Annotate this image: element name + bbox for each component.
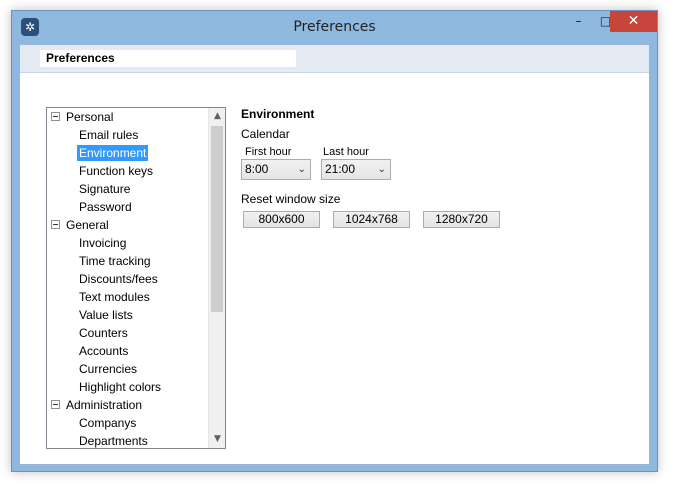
preferences-window: ✲ Preferences – □ ✕ Preferences Personal… <box>11 10 658 472</box>
tree-item-label: Environment <box>77 145 149 161</box>
tree-item-function-keys[interactable]: Function keys <box>77 162 155 180</box>
first-hour-select[interactable]: 8:00 ⌄ <box>241 159 311 180</box>
calendar-label: Calendar <box>241 127 290 141</box>
reset-window-size-label: Reset window size <box>241 192 341 206</box>
tree-item-highlight-colors[interactable]: Highlight colors <box>77 378 163 396</box>
tree-item-label: Companys <box>79 416 137 430</box>
chevron-down-icon: ⌄ <box>297 164 306 175</box>
tree-item-label: Administration <box>66 398 143 412</box>
header-band: Preferences <box>20 45 649 73</box>
section-title: Environment <box>241 107 315 121</box>
tree-item-companys[interactable]: Companys <box>77 414 138 432</box>
minimize-button[interactable]: – <box>565 11 592 32</box>
tree-scrollbar[interactable]: ▲ ▼ <box>208 108 225 448</box>
client-area: Preferences Personal Email rules Environme… <box>19 44 650 465</box>
collapse-icon[interactable] <box>51 112 60 122</box>
first-hour-value: 8:00 <box>245 162 269 176</box>
chevron-down-icon: ⌄ <box>377 164 386 175</box>
tree-item-label: Highlight colors <box>79 380 162 394</box>
tree-group-general[interactable]: General <box>51 216 109 234</box>
tree-item-label: Text modules <box>79 290 150 304</box>
tree-item-environment[interactable]: Environment <box>77 144 149 162</box>
size-800x600-button[interactable]: 800x600 <box>243 211 320 228</box>
tree-item-label: Personal <box>66 110 114 124</box>
title-bar[interactable]: ✲ Preferences – □ ✕ <box>12 11 657 44</box>
tree-item-label: Discounts/fees <box>79 272 158 286</box>
tree-item-label: Email rules <box>79 128 139 142</box>
collapse-icon[interactable] <box>51 400 60 410</box>
scroll-up-arrow-icon[interactable]: ▲ <box>209 108 225 125</box>
first-hour-label: First hour <box>245 146 292 158</box>
scroll-thumb[interactable] <box>211 126 223 312</box>
collapse-icon[interactable] <box>51 220 60 230</box>
tree-group-administration[interactable]: Administration <box>51 396 142 414</box>
tree-item-email-rules[interactable]: Email rules <box>77 126 140 144</box>
tree-item-label: Currencies <box>79 362 138 376</box>
tree-item-label: Time tracking <box>79 254 151 268</box>
tree-item-text-modules[interactable]: Text modules <box>77 288 152 306</box>
tree-item-discounts-fees[interactable]: Discounts/fees <box>77 270 160 288</box>
page-title: Preferences <box>40 50 296 67</box>
preferences-tree[interactable]: Personal Email rules Environment Function k… <box>46 107 226 449</box>
scroll-down-arrow-icon[interactable]: ▼ <box>209 431 225 448</box>
tree-item-label: Accounts <box>79 344 129 358</box>
last-hour-value: 21:00 <box>325 162 356 176</box>
tree-item-currencies[interactable]: Currencies <box>77 360 139 378</box>
tree-item-label: Password <box>79 200 132 214</box>
tree-item-label: General <box>66 218 109 232</box>
tree-item-password[interactable]: Password <box>77 198 134 216</box>
tree-item-value-lists[interactable]: Value lists <box>77 306 135 324</box>
tree-item-label: Value lists <box>79 308 133 322</box>
tree-item-label: Function keys <box>79 164 154 178</box>
last-hour-select[interactable]: 21:00 ⌄ <box>321 159 391 180</box>
tree-group-personal[interactable]: Personal <box>51 108 113 126</box>
size-1024x768-button[interactable]: 1024x768 <box>333 211 410 228</box>
tree-item-counters[interactable]: Counters <box>77 324 130 342</box>
close-button[interactable]: ✕ <box>610 11 657 32</box>
size-1280x720-button[interactable]: 1280x720 <box>423 211 500 228</box>
tree-item-signature[interactable]: Signature <box>77 180 132 198</box>
tree-item-time-tracking[interactable]: Time tracking <box>77 252 153 270</box>
window-title: Preferences <box>293 19 376 35</box>
tree-item-label: Departments <box>79 434 148 448</box>
tree-item-invoicing[interactable]: Invoicing <box>77 234 128 252</box>
last-hour-label: Last hour <box>323 146 369 158</box>
tree-item-label: Counters <box>79 326 128 340</box>
tree-item-label: Invoicing <box>79 236 127 250</box>
tree-item-accounts[interactable]: Accounts <box>77 342 130 360</box>
tree-item-departments[interactable]: Departments <box>77 432 150 448</box>
tree-item-label: Signature <box>79 182 131 196</box>
